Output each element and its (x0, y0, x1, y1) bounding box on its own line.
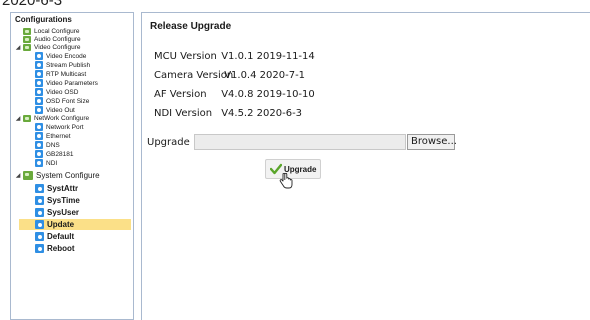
sidebar-item-label: System Configure (36, 171, 100, 180)
sidebar-item-dns[interactable]: DNS (35, 141, 60, 149)
folder-icon (23, 171, 33, 180)
sidebar-item-label: Video Encode (46, 52, 87, 60)
version-label: AF Version (154, 89, 207, 100)
ndi-version-row: NDI Version V4.5.2 2020-6-3 (154, 108, 302, 119)
sidebar-item-systattr[interactable]: SystAttr (35, 183, 78, 194)
version-value: V1.0.4 2020-7-1 (224, 70, 306, 81)
sidebar-item-label: Ethernet (46, 132, 71, 140)
sidebar-item-stream-publish[interactable]: Stream Publish (35, 61, 90, 69)
sidebar-item-video-parameters[interactable]: Video Parameters (35, 79, 98, 87)
gear-icon (35, 244, 44, 253)
gear-icon (35, 97, 43, 105)
version-label: Camera Version (154, 70, 234, 81)
sidebar-item-sysuser[interactable]: SysUser (35, 207, 79, 218)
version-value: V4.5.2 2020-6-3 (221, 108, 303, 119)
version-value: V4.0.8 2019-10-10 (221, 89, 315, 100)
folder-icon (23, 114, 31, 122)
version-value: V1.0.1 2019-11-14 (221, 51, 315, 62)
sidebar-item-label: SysTime (47, 196, 80, 205)
mcu-version-row: MCU Version V1.0.1 2019-11-14 (154, 51, 315, 62)
sidebar-item-systime[interactable]: SysTime (35, 195, 80, 206)
gear-icon (35, 123, 43, 131)
collapse-arrow-icon[interactable]: ◢ (15, 172, 21, 179)
upgrade-label: Upgrade (147, 137, 190, 148)
version-label: MCU Version (154, 51, 217, 62)
gear-icon (35, 196, 44, 205)
sidebar-item-label: DNS (46, 141, 60, 149)
sidebar-item-label: Video Out (46, 106, 75, 114)
sidebar-item-rtp-multicast[interactable]: RTP Multicast (35, 70, 86, 78)
sidebar-item-video-out[interactable]: Video Out (35, 106, 75, 114)
sidebar-item-label: Video OSD (46, 88, 79, 96)
sidebar-item-osd-font-size[interactable]: OSD Font Size (35, 97, 89, 105)
sidebar-item-label: Video Parameters (46, 79, 98, 87)
sidebar-item-ndi[interactable]: NDI (35, 159, 57, 167)
upgrade-file-input[interactable] (194, 134, 406, 150)
gear-icon (35, 88, 43, 96)
sidebar-item-default[interactable]: Default (35, 231, 74, 242)
hand-cursor-icon (279, 173, 293, 189)
af-version-row: AF Version V4.0.8 2019-10-10 (154, 89, 315, 100)
sidebar-item-label: OSD Font Size (46, 97, 90, 105)
sidebar-item-audio-configure[interactable]: Audio Configure (23, 35, 81, 43)
gear-icon (35, 232, 44, 241)
sidebar-item-label: Audio Configure (34, 35, 81, 43)
camera-version-row: Camera Version V1.0.4 2020-7-1 (154, 70, 305, 81)
sidebar-item-system-configure[interactable]: ◢ System Configure (15, 170, 100, 181)
sidebar-item-label: Stream Publish (46, 61, 91, 69)
release-upgrade-panel: Release Upgrade MCU Version V1.0.1 2019-… (141, 12, 590, 320)
gear-icon (35, 70, 43, 78)
upgrade-button[interactable]: Upgrade (265, 159, 321, 179)
collapse-arrow-icon[interactable]: ◢ (15, 44, 21, 51)
sidebar-item-local-configure[interactable]: Local Configure (23, 27, 80, 35)
version-label: NDI Version (154, 108, 213, 119)
sidebar-item-video-configure[interactable]: ◢ Video Configure (15, 43, 81, 51)
sidebar-item-label: GB28181 (46, 150, 74, 158)
sidebar-item-gb28181[interactable]: GB28181 (35, 150, 73, 158)
gear-icon (35, 184, 44, 193)
gear-icon (35, 52, 43, 60)
gear-icon (35, 61, 43, 69)
sidebar-item-update[interactable]: Update (19, 219, 131, 230)
gear-icon (35, 220, 44, 229)
sidebar-item-label: RTP Multicast (46, 70, 87, 78)
gear-icon (35, 141, 43, 149)
sidebar-item-label: NDI (46, 159, 58, 167)
sidebar-item-label: Update (47, 220, 75, 229)
folder-icon (23, 43, 31, 51)
top-cropped-text: 2020-6-3 (0, 0, 590, 10)
browse-button[interactable]: Browse... (407, 134, 457, 150)
gear-icon (35, 106, 43, 114)
gear-icon (35, 208, 44, 217)
gear-icon (35, 79, 43, 87)
sidebar-item-label: Local Configure (34, 27, 80, 35)
sidebar-item-network-port[interactable]: Network Port (35, 123, 84, 131)
sidebar-title: Configurations (15, 15, 72, 24)
sidebar-item-ethernet[interactable]: Ethernet (35, 132, 71, 140)
cropped-header-text: 2020-6-3 (2, 0, 63, 9)
gear-icon (35, 150, 43, 158)
gear-icon (35, 159, 43, 167)
sidebar-item-label: SystAttr (47, 184, 79, 193)
sidebar-item-label: Reboot (47, 244, 75, 253)
folder-icon (23, 27, 31, 35)
sidebar-item-video-encode[interactable]: Video Encode (35, 52, 86, 60)
sidebar-item-label: Default (47, 232, 75, 241)
sidebar-item-label: NetWork Configure (34, 114, 90, 122)
sidebar-item-label: Network Port (46, 123, 84, 131)
gear-icon (35, 132, 43, 140)
sidebar-item-video-osd[interactable]: Video OSD (35, 88, 78, 96)
folder-icon (23, 35, 31, 43)
page-title: Release Upgrade (150, 21, 232, 32)
configurations-sidebar: Configurations Local Configure Audio Con… (10, 12, 134, 320)
collapse-arrow-icon[interactable]: ◢ (15, 115, 21, 122)
sidebar-item-reboot[interactable]: Reboot (35, 243, 75, 254)
sidebar-item-label: SysUser (47, 208, 80, 217)
sidebar-item-network-configure[interactable]: ◢ NetWork Configure (15, 114, 89, 122)
sidebar-item-label: Video Configure (34, 43, 81, 51)
